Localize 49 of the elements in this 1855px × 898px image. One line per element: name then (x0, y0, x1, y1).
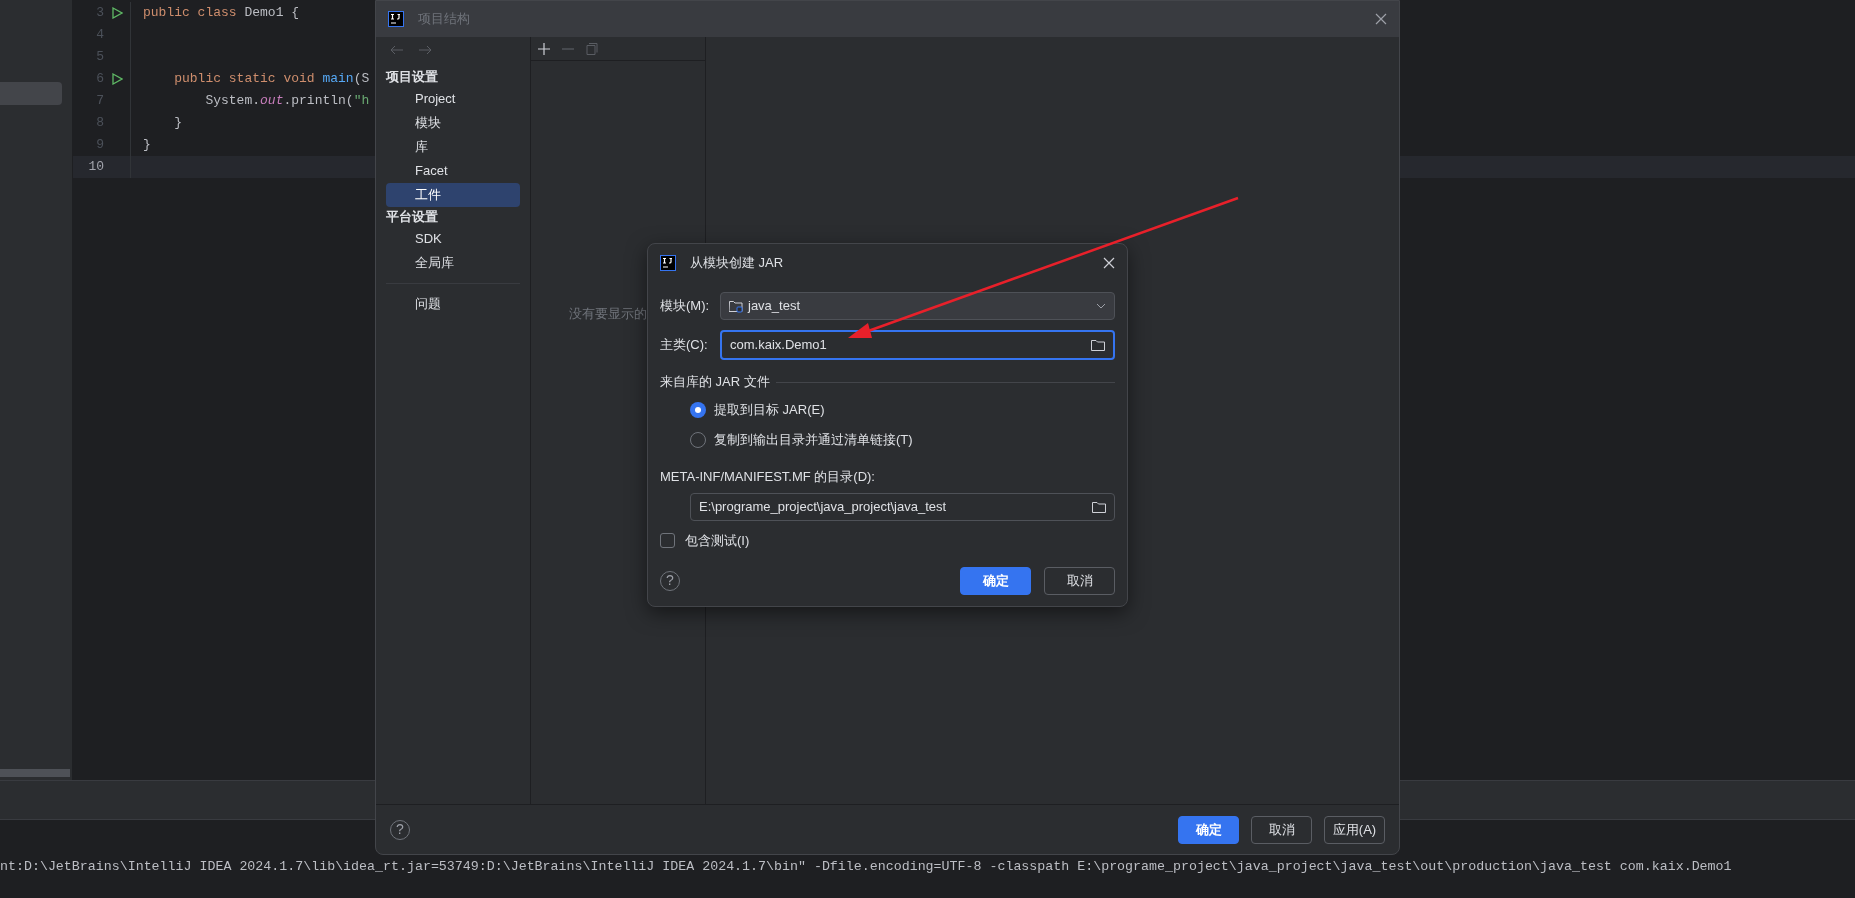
code-line: } (143, 136, 151, 155)
run-icon[interactable] (111, 7, 123, 19)
nav-item[interactable]: SDK (386, 227, 520, 251)
app-logo-icon (388, 11, 404, 27)
nav-section-header: 项目设置 (386, 68, 439, 86)
folder-icon[interactable] (1092, 500, 1106, 513)
close-icon[interactable] (1103, 257, 1115, 269)
run-icon[interactable] (111, 73, 123, 85)
radio-label: 提取到目标 JAR(E) (714, 401, 825, 420)
line-number: 10 (87, 158, 104, 177)
code-line: public static void main(S (173, 70, 370, 89)
ok-button[interactable]: 确定 (960, 566, 1031, 595)
dialog-title: 从模块创建 JAR (690, 254, 784, 273)
selected-tree-row (0, 82, 62, 105)
nav-item[interactable]: 问题 (386, 292, 520, 316)
folder-icon[interactable] (1091, 339, 1105, 351)
nav-item[interactable]: 全局库 (386, 251, 520, 275)
field-label: META-INF/MANIFEST.MF 的目录(D): (660, 468, 876, 486)
dialog-button[interactable]: 取消 (1044, 566, 1115, 595)
empty-message: 没有要显示的 (569, 306, 647, 321)
radio-button[interactable] (690, 402, 706, 418)
scrollbar (0, 769, 70, 777)
ok-button[interactable]: 确定 (1178, 815, 1239, 844)
nav-item[interactable]: Facet (386, 159, 520, 183)
nav-item[interactable]: Project (386, 87, 520, 111)
module-dropdown[interactable]: java_test (720, 292, 1115, 320)
module-folder-icon (729, 299, 744, 313)
close-icon[interactable] (1375, 13, 1387, 25)
dialog-button[interactable]: 取消 (1251, 815, 1312, 844)
nav-section-header: 平台设置 (386, 208, 439, 226)
field-label: 模块(M): (660, 297, 711, 316)
add-icon[interactable] (538, 42, 550, 55)
radio-label: 复制到输出目录并通过清单链接(T) (714, 431, 913, 450)
chevron-down-icon (1096, 303, 1106, 309)
nav-item[interactable]: 模块 (386, 111, 520, 135)
code-line: public class Demo1 { (143, 4, 300, 23)
checkbox[interactable] (660, 533, 675, 548)
main-class-field[interactable]: com.kaix.Demo1 (720, 330, 1115, 360)
nav-item[interactable]: 库 (386, 135, 520, 159)
code-line: } (173, 114, 182, 133)
section-title: 来自库的 JAR 文件 (660, 373, 770, 392)
app-logo-icon (660, 255, 676, 271)
dialog-button[interactable]: 应用(A) (1324, 815, 1385, 844)
nav-item[interactable]: 工件 (386, 183, 520, 207)
checkbox-label: 包含测试(I) (685, 531, 750, 550)
code-line: System.out.println("h (204, 92, 370, 111)
console-output: nt:D:\JetBrains\IntelliJ IDEA 2024.1.7\lib\idea_rt.jar=53749:D:\JetBrains\IntelliJ IDEA 2024.1.7\bin" -Dfile.encoding=UTF-8 -classpath E:\programe_project\java_project\java_test\out\production\java_test com.kaix.Demo1 (0, 858, 1732, 876)
field-label: 主类(C): (660, 336, 709, 355)
manifest-directory-field[interactable]: E:\programe_project\java_project\java_test (690, 492, 1115, 521)
